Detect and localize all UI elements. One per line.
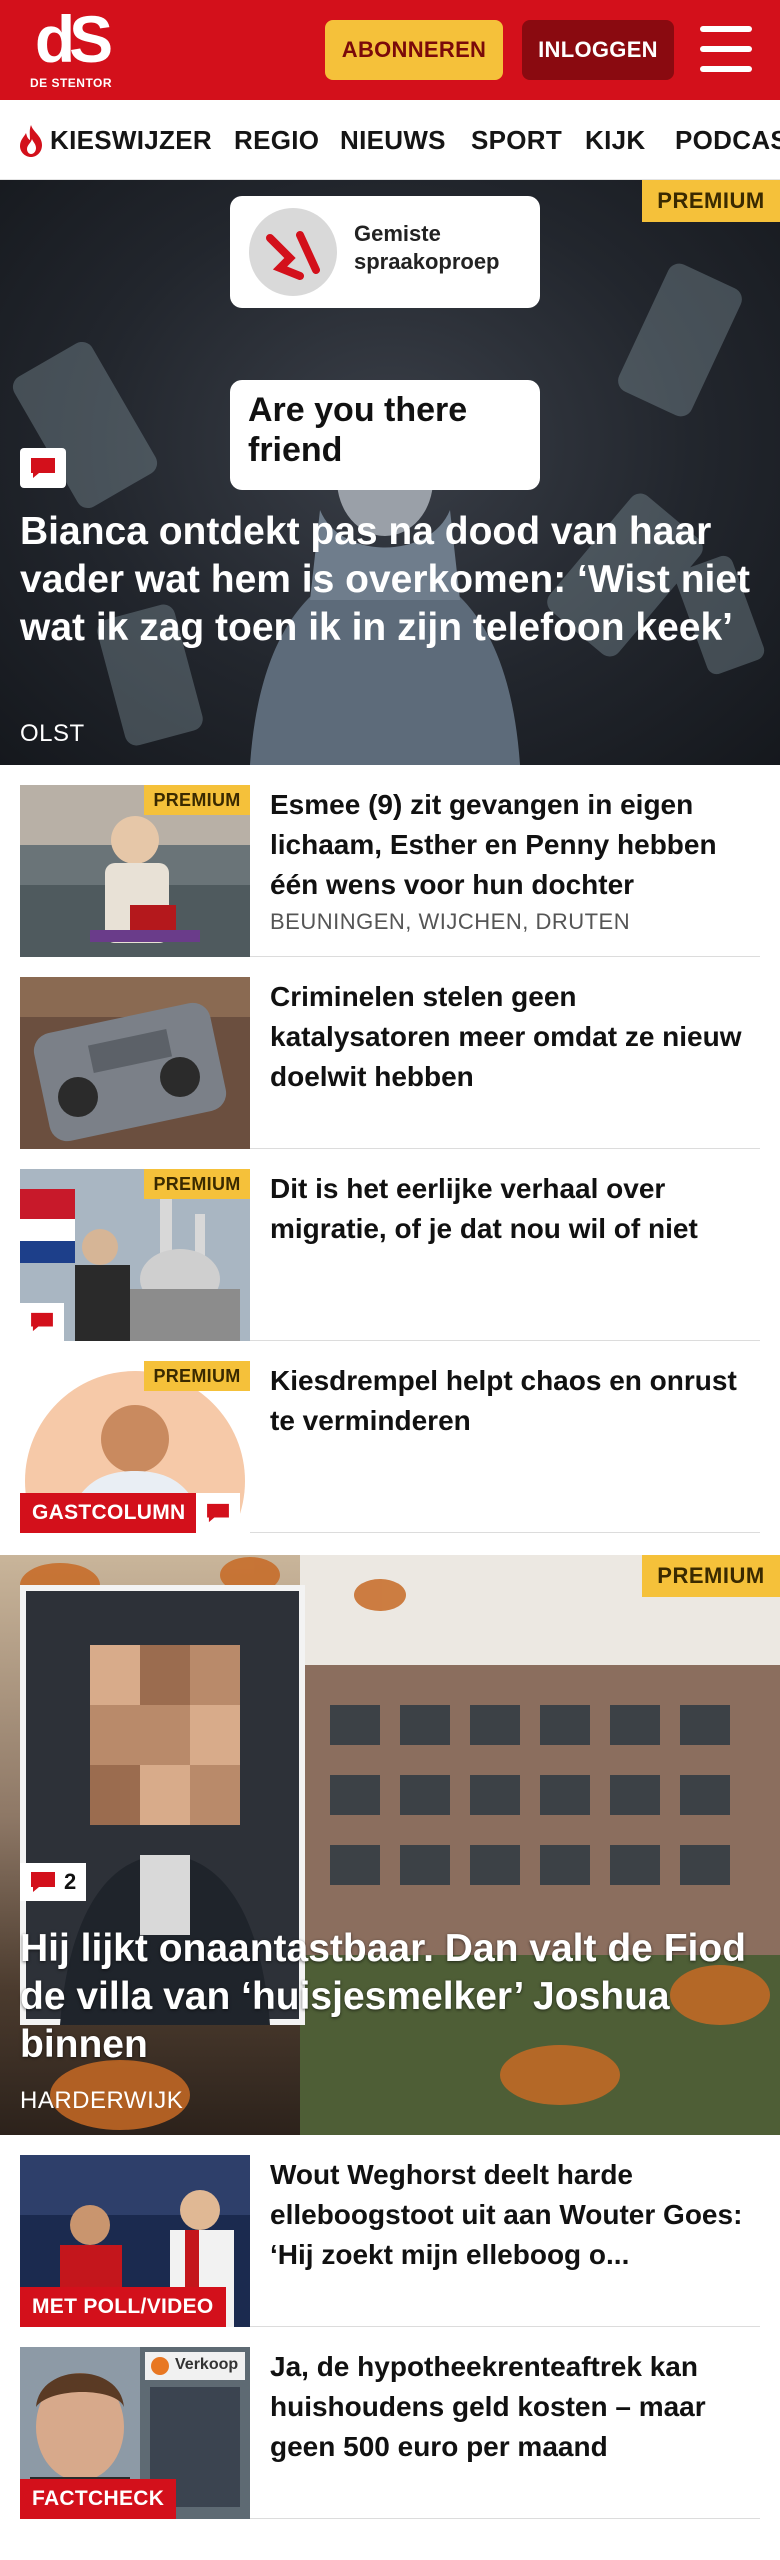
nav-item-podcasts[interactable]: PODCAS bbox=[675, 100, 780, 179]
comment-icon bbox=[20, 1303, 64, 1341]
premium-badge: PREMIUM bbox=[642, 1555, 780, 1597]
notification-title: Gemiste spraakoproep bbox=[354, 221, 500, 274]
flame-icon bbox=[20, 125, 42, 157]
hero-location: OLST bbox=[20, 720, 85, 747]
list-item[interactable]: PREMIUM GASTCOLUMN Kiesdrempel helpt cha… bbox=[20, 1361, 760, 1533]
article-title[interactable]: Esmee (9) zit gevangen in eigen lichaam,… bbox=[270, 785, 760, 905]
comment-count: 2 bbox=[64, 1869, 77, 1894]
article-title[interactable]: Ja, de hypotheekrenteaftrek kan huishoud… bbox=[270, 2347, 760, 2467]
sign-text: Verkoop bbox=[175, 2356, 239, 2373]
login-button[interactable]: INLOGGEN bbox=[522, 20, 674, 80]
hero-article-2[interactable]: PREMIUM 2 Hij lijkt onaantastbaar. Dan v… bbox=[0, 1555, 780, 2135]
hero-article-1[interactable]: Gemiste spraakoproep Are you there frien… bbox=[0, 180, 780, 765]
nav-item-regio[interactable]: REGIO bbox=[234, 100, 319, 179]
nav-item-sport[interactable]: SPORT bbox=[471, 100, 562, 179]
poll-video-tag: MET POLL/VIDEO bbox=[20, 2287, 226, 2327]
premium-badge: PREMIUM bbox=[144, 785, 250, 815]
hero-headline[interactable]: Hij lijkt onaantastbaar. Dan valt de Fio… bbox=[20, 1925, 760, 2069]
article-title[interactable]: Dit is het eerlijke verhaal over migrati… bbox=[270, 1169, 760, 1249]
article-thumbnail: Verkoop FACTCHECK bbox=[20, 2347, 250, 2519]
article-title[interactable]: Criminelen stelen geen katalysatoren mee… bbox=[270, 977, 760, 1097]
nav-item-kieswijzer[interactable]: KIESWIJZER bbox=[50, 100, 212, 179]
premium-badge: PREMIUM bbox=[642, 180, 780, 222]
hero-location: HARDERWIJK bbox=[20, 2087, 184, 2114]
article-thumbnail: MET POLL/VIDEO bbox=[20, 2155, 250, 2327]
comment-icon bbox=[31, 1872, 55, 1892]
article-title[interactable]: Kiesdrempel helpt chaos en onrust te ver… bbox=[270, 1361, 760, 1441]
premium-badge: PREMIUM bbox=[144, 1361, 250, 1391]
logo-mark: dS bbox=[34, 2, 113, 76]
gastcolumn-tag: GASTCOLUMN bbox=[20, 1493, 198, 1533]
hamburger-menu-icon[interactable] bbox=[700, 26, 752, 72]
article-thumbnail: PREMIUM bbox=[20, 1169, 250, 1341]
article-location: BEUNINGEN, WIJCHEN, DRUTEN bbox=[270, 909, 631, 934]
list-item[interactable]: PREMIUM Dit is het eerlijke verhaal over… bbox=[20, 1169, 760, 1341]
list-item[interactable]: Criminelen stelen geen katalysatoren mee… bbox=[20, 977, 760, 1149]
list-item[interactable]: PREMIUM Esmee (9) zit gevangen in eigen … bbox=[20, 785, 760, 957]
article-title[interactable]: Wout Weghorst deelt harde elleboogstoot … bbox=[270, 2155, 760, 2275]
subscribe-button[interactable]: ABONNEREN bbox=[325, 20, 503, 80]
list-item[interactable]: MET POLL/VIDEO Wout Weghorst deelt harde… bbox=[20, 2155, 760, 2327]
list-item[interactable]: Verkoop FACTCHECK Ja, de hypotheekrentea… bbox=[20, 2347, 760, 2519]
article-thumbnail: PREMIUM GASTCOLUMN bbox=[20, 1361, 250, 1533]
chat-text: Are you there friend bbox=[248, 391, 468, 469]
nav-item-nieuws[interactable]: NIEUWS bbox=[340, 100, 446, 179]
nav-item-kijk[interactable]: KIJK bbox=[585, 100, 645, 179]
premium-badge: PREMIUM bbox=[144, 1169, 250, 1199]
hero-headline[interactable]: Bianca ontdekt pas na dood van haar vade… bbox=[20, 508, 760, 652]
comment-icon bbox=[196, 1493, 240, 1533]
site-header: dS DE STENTOR ABONNEREN INLOGGEN bbox=[0, 0, 780, 100]
article-thumbnail: PREMIUM bbox=[20, 785, 250, 957]
comment-count-badge: 2 bbox=[20, 1863, 87, 1901]
logo-subtitle: DE STENTOR bbox=[29, 76, 113, 90]
factcheck-tag: FACTCHECK bbox=[20, 2479, 177, 2519]
site-logo[interactable]: dS DE STENTOR bbox=[28, 2, 114, 94]
article-thumbnail bbox=[20, 977, 250, 1149]
main-nav: KIESWIJZER REGIO NIEUWS SPORT KIJK PODCA… bbox=[0, 100, 780, 180]
comment-icon bbox=[20, 448, 66, 488]
